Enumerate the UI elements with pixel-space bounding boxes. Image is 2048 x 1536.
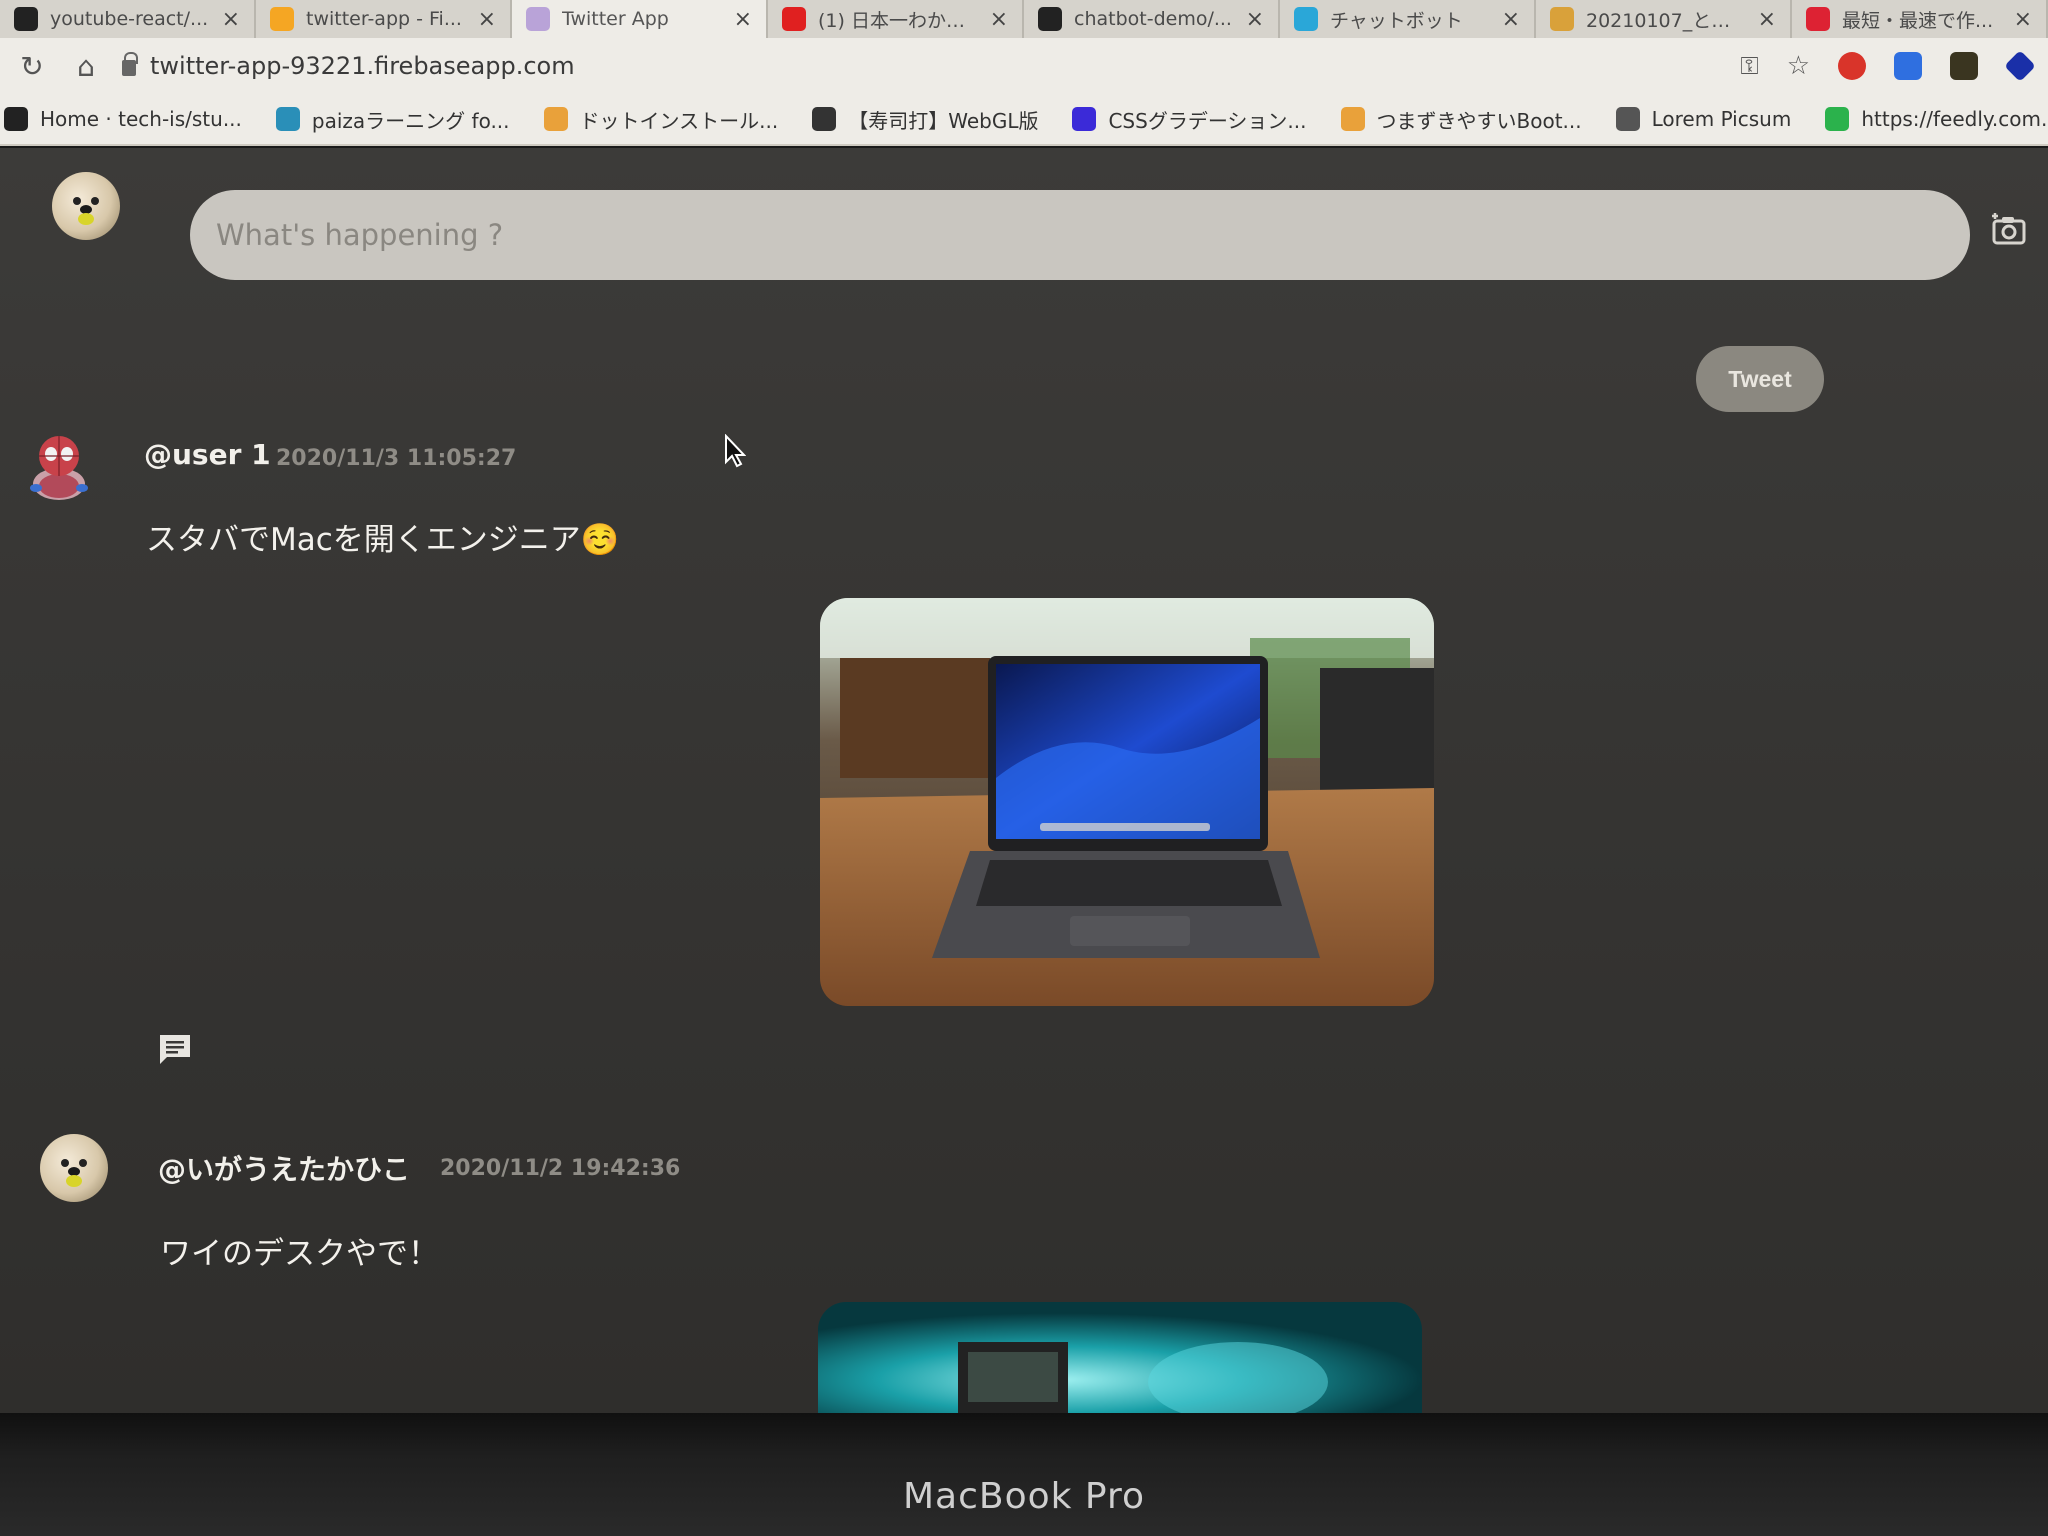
comment-icon[interactable] (157, 1032, 193, 1066)
image-icon (1550, 7, 1574, 31)
dotinstall-icon (543, 107, 568, 131)
post-username: @user 1 (144, 438, 271, 471)
url-text: twitter-app-93221.firebaseapp.com (150, 52, 575, 80)
tab-label: chatbot-demo/... (1074, 8, 1232, 30)
mouse-cursor-icon (725, 434, 746, 468)
github-icon (14, 7, 38, 31)
browser-tab[interactable]: (1) 日本一わかり... × (768, 0, 1024, 38)
close-tab-icon[interactable]: × (734, 7, 752, 32)
post-username: @いがうえたかひこ (158, 1153, 411, 1186)
bookmark-label: ドットインストール... (579, 108, 779, 133)
paiza-icon (275, 107, 300, 131)
device-label: MacBook Pro (902, 1476, 1146, 1517)
browser-tab[interactable]: chatbot-demo/... × (1024, 0, 1280, 38)
bookmark-label: つまずきやすいBoot... (1376, 108, 1582, 133)
github-icon (1038, 7, 1062, 31)
close-tab-icon[interactable]: × (1246, 7, 1264, 32)
extension-icon-red[interactable] (1838, 52, 1866, 80)
user2-avatar[interactable] (40, 1134, 108, 1202)
feedly-icon (1825, 107, 1850, 131)
key-icon[interactable]: ⚿ (1740, 52, 1758, 80)
extension-icon-dark[interactable] (1950, 52, 1978, 80)
bookmark-label: Home · tech-is/stu... (40, 107, 242, 131)
home-icon[interactable]: ⌂ (68, 50, 104, 83)
browser-tab[interactable]: twitter-app - Fi... × (256, 0, 512, 38)
tweet-button[interactable]: Tweet (1696, 346, 1824, 412)
browser-tab[interactable]: 20210107_とらい... × (1536, 0, 1792, 38)
star-icon[interactable]: ☆ (1787, 51, 1810, 81)
browser-tab[interactable]: 最短・最速で作... × (1792, 0, 2048, 38)
close-tab-icon[interactable]: × (990, 7, 1008, 32)
close-tab-icon[interactable]: × (1758, 7, 1776, 32)
tab-label: (1) 日本一わかり... (818, 9, 978, 32)
bookmark-label: CSSグラデーション... (1108, 108, 1307, 133)
tab-label: youtube-react/... (50, 8, 209, 30)
tab-label: 20210107_とらい... (1586, 9, 1746, 32)
react-icon (526, 7, 550, 31)
close-tab-icon[interactable]: × (2014, 7, 2032, 32)
bookmark-label: 【寿司打】WebGL版 (848, 108, 1039, 133)
dog-face (53, 1153, 95, 1187)
dog-face (65, 191, 107, 225)
post-text: ワイのデスクやで！ (160, 1236, 439, 1272)
bookmark-item[interactable]: つまずきやすいBoot... (1340, 105, 1582, 134)
bookmark-label: https://feedly.com... (1861, 107, 2048, 131)
address-bar: ↻ ⌂ twitter-app-93221.firebaseapp.com ⚿ … (0, 38, 2048, 94)
add-photo-icon[interactable] (1990, 212, 2028, 246)
tab-label: 最短・最速で作... (1842, 9, 1994, 32)
current-user-avatar[interactable] (52, 172, 120, 240)
close-tab-icon[interactable]: × (1502, 7, 1520, 32)
twitter-app: What's happening ? Tweet @user 1 2020/11… (0, 148, 2048, 1413)
bookmark-item[interactable]: 【寿司打】WebGL版 (812, 105, 1038, 134)
github-icon (4, 107, 28, 131)
react-icon (1294, 7, 1318, 31)
bookmark-item[interactable]: Home · tech-is/stu... (4, 107, 242, 131)
url-field[interactable]: twitter-app-93221.firebaseapp.com (122, 44, 1722, 88)
extension-icons: ⚿ ☆ (1740, 50, 2036, 82)
post-timestamp: 2020/11/2 19:42:36 (440, 1156, 681, 1181)
post-timestamp: 2020/11/3 11:05:27 (276, 446, 517, 471)
css-icon (1072, 107, 1097, 131)
tab-strip: youtube-react/... × twitter-app - Fi... × Tw… (0, 0, 2048, 38)
browser-tab[interactable]: youtube-react/... × (0, 0, 256, 38)
bookmark-item[interactable]: CSSグラデーション... (1072, 105, 1307, 134)
post-image-desk[interactable] (818, 1302, 1422, 1413)
sushi-icon (812, 107, 837, 131)
browser-tab[interactable]: チャットボット × (1280, 0, 1536, 38)
bookmark-label: Lorem Picsum (1651, 107, 1792, 131)
tweet-input-placeholder: What's happening ? (216, 218, 504, 252)
user1-avatar[interactable] (28, 430, 90, 500)
tweet-input[interactable]: What's happening ? (190, 190, 1970, 280)
close-tab-icon[interactable]: × (222, 7, 240, 32)
youtube-icon (782, 7, 806, 31)
laptop-bezel (0, 1413, 2048, 1536)
bookmark-item[interactable]: https://feedly.com... (1825, 107, 2048, 131)
image-icon (1615, 107, 1640, 131)
close-tab-icon[interactable]: × (478, 7, 496, 32)
post-text: スタバでMacを開くエンジニア☺️ (146, 522, 620, 558)
extension-icon-blue[interactable] (2004, 50, 2036, 82)
brand-icon (1806, 7, 1830, 31)
bookmark-item[interactable]: Lorem Picsum (1615, 107, 1792, 131)
firebase-icon (270, 7, 294, 31)
bookmarks-bar: Home · tech-is/stu... paizaラーニング fo... ドット… (0, 94, 2048, 146)
tab-label: Twitter App (562, 8, 669, 30)
post-image-laptop-cafe[interactable] (820, 598, 1434, 1006)
tab-label: twitter-app - Fi... (306, 8, 462, 30)
extension-icon-translate[interactable] (1894, 52, 1922, 80)
bookmark-item[interactable]: ドットインストール... (543, 105, 779, 134)
reload-icon[interactable]: ↻ (14, 50, 50, 83)
bookmark-label: paizaラーニング fo... (311, 108, 510, 133)
browser-tab[interactable]: Twitter App × (512, 0, 768, 38)
tab-label: チャットボット (1330, 9, 1463, 32)
bookmark-item[interactable]: paizaラーニング fo... (275, 105, 510, 134)
lock-icon (122, 52, 138, 76)
flame-icon (1340, 107, 1365, 131)
